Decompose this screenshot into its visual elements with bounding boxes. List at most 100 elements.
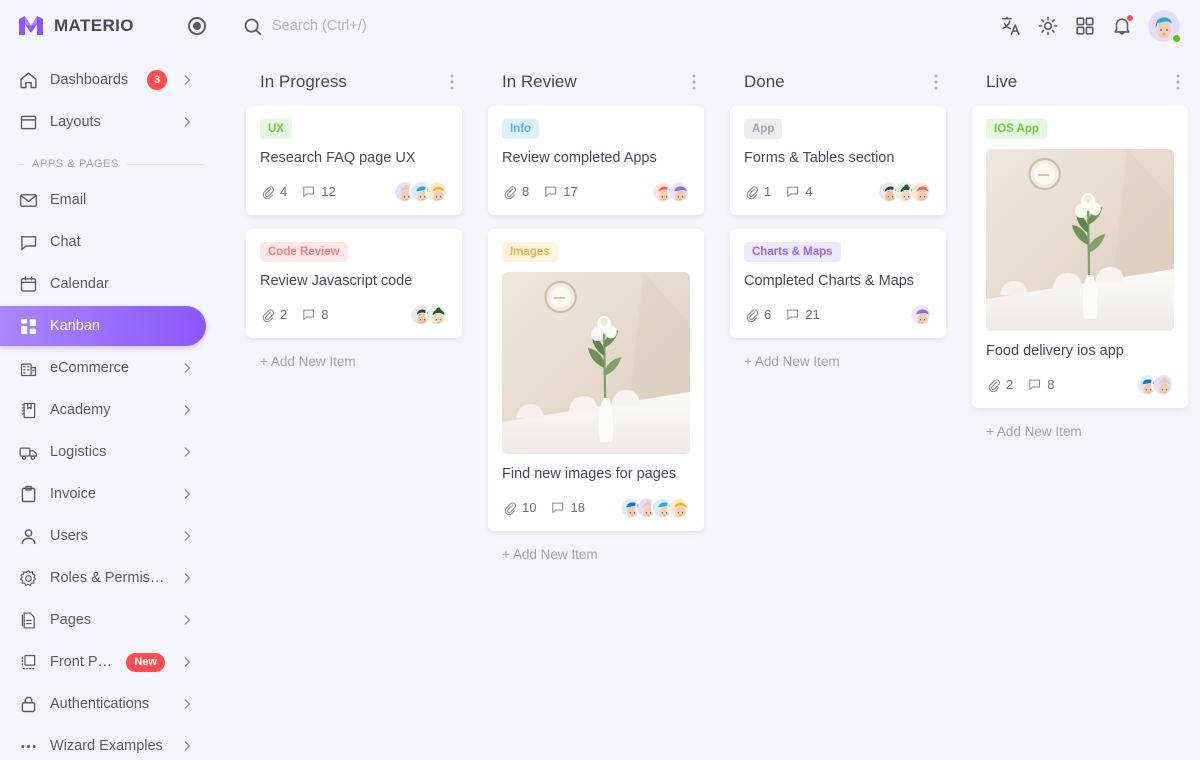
- chevron-right-icon: [180, 73, 194, 87]
- add-new-item-button[interactable]: + Add New Item: [488, 545, 704, 562]
- kanban-grid-icon: [18, 316, 39, 337]
- sidebar-item-email[interactable]: Email: [0, 180, 206, 220]
- kanban-card[interactable]: Code Review Review Javascript code 2 8: [246, 228, 462, 338]
- pages-icon: [18, 610, 39, 631]
- comment-icon: [1027, 377, 1042, 392]
- kanban-card[interactable]: Charts & Maps Completed Charts & Maps 6 21: [730, 228, 946, 338]
- add-new-item-button[interactable]: + Add New Item: [246, 352, 462, 369]
- comment-count: 18: [570, 499, 585, 515]
- sidebar-item-dashboards[interactable]: Dashboards 3: [0, 60, 206, 100]
- kanban-board: In Progress UX Research FAQ page UX 4 12 Code…: [220, 52, 1200, 760]
- sidebar-item-label: Pages: [50, 612, 92, 628]
- sidebar-item-logistics[interactable]: Logistics: [0, 432, 206, 472]
- app-root: MATERIO Dashboards 3 Layouts Apps & Pages Em…: [0, 0, 1200, 760]
- sidebar-item-chat[interactable]: Chat: [0, 222, 206, 262]
- brand-name: MATERIO: [54, 16, 134, 35]
- sidebar-item-calendar[interactable]: Calendar: [0, 264, 206, 304]
- gear-icon: [18, 568, 39, 589]
- search-box[interactable]: [242, 16, 990, 37]
- translate-icon[interactable]: [1000, 15, 1022, 37]
- comment-count: 8: [1047, 376, 1055, 392]
- sidebar-item-label: Layouts: [50, 114, 101, 130]
- chevron-right-icon: [180, 445, 194, 459]
- kanban-column: Done App Forms & Tables section 1 4 Charts & …: [730, 66, 946, 369]
- sun-icon[interactable]: [1037, 15, 1059, 37]
- attachment-count: 8: [522, 183, 530, 199]
- chevron-right-icon: [180, 115, 194, 129]
- sidebar-item-layouts[interactable]: Layouts: [0, 102, 206, 142]
- sidebar-item-academy[interactable]: Academy: [0, 390, 206, 430]
- apps-grid-icon[interactable]: [1074, 15, 1096, 37]
- card-title: Find new images for pages: [502, 466, 677, 483]
- comments-meta: 4: [785, 184, 812, 199]
- sidebar-item-pages[interactable]: Pages: [0, 600, 206, 640]
- search-input[interactable]: [272, 18, 572, 34]
- materio-m-logo-icon: [18, 15, 44, 37]
- assignee-avatar[interactable]: [425, 302, 448, 326]
- topbar-icons: [1000, 10, 1181, 43]
- card-tag-badge: Code Review: [260, 241, 348, 263]
- card-tag-badge: Charts & Maps: [744, 241, 841, 263]
- column-title: Live: [986, 72, 1018, 91]
- sidebar-item-wizard-examples[interactable]: Wizard Examples: [0, 726, 206, 760]
- column-menu-icon[interactable]: [444, 73, 460, 91]
- chevron-right-icon: [180, 571, 194, 585]
- attachments-meta: 8: [502, 184, 529, 199]
- assignee-avatar[interactable]: [667, 179, 690, 203]
- add-new-item-button[interactable]: + Add New Item: [972, 422, 1188, 439]
- kanban-card[interactable]: IOS App Food delivery ios app 2 8: [972, 106, 1188, 408]
- attachment-count: 2: [280, 306, 288, 322]
- assignee-avatar[interactable]: [909, 179, 932, 203]
- attachments-meta: 2: [260, 307, 287, 322]
- add-new-item-button[interactable]: + Add New Item: [730, 352, 946, 369]
- main-area: In ProgressUXResearch FAQ page UX412Code…: [220, 0, 1200, 760]
- comments-meta: 8: [1027, 377, 1054, 392]
- assignee-avatars: [409, 302, 448, 326]
- sidebar-item-authentications[interactable]: Authentications: [0, 684, 206, 724]
- kanban-column: In Review Info Review completed Apps 8 17 Ima…: [488, 66, 704, 562]
- assignee-avatars: [1135, 372, 1174, 396]
- column-menu-icon[interactable]: [928, 73, 944, 91]
- kanban-card[interactable]: UX Research FAQ page UX 4 12: [246, 106, 462, 215]
- card-title: Food delivery ios app: [986, 343, 1124, 360]
- assignee-avatar[interactable]: [909, 302, 932, 326]
- card-image: [502, 272, 690, 455]
- comment-icon: [550, 500, 565, 515]
- kanban-card[interactable]: Images Find new images for pages 10 18: [488, 228, 704, 531]
- bell-icon[interactable]: [1111, 14, 1134, 37]
- card-footer: 8 17: [502, 179, 690, 203]
- sidebar-item-ecommerce[interactable]: eCommerce: [0, 348, 206, 388]
- attachments-meta: 10: [502, 500, 536, 515]
- column-menu-icon[interactable]: [1170, 73, 1186, 91]
- sidebar-nav: Dashboards 3 Layouts Apps & Pages Email Chat C…: [0, 52, 220, 760]
- assignee-avatars: [619, 495, 690, 519]
- sidebar-item-label: Front Pages: [50, 654, 115, 670]
- column-menu-icon[interactable]: [686, 73, 702, 91]
- assignee-avatar[interactable]: [667, 495, 690, 519]
- sidebar-item-front-pages[interactable]: Front Pages New: [0, 642, 206, 682]
- assignee-avatar[interactable]: [1151, 372, 1174, 396]
- chevron-right-icon: [180, 655, 194, 669]
- pin-circle-icon[interactable]: [188, 17, 206, 35]
- kanban-card[interactable]: App Forms & Tables section 1 4: [730, 106, 946, 215]
- kanban-card[interactable]: Info Review completed Apps 8 17: [488, 106, 704, 215]
- comments-meta: 17: [543, 184, 578, 199]
- sidebar-item-kanban[interactable]: Kanban: [0, 306, 206, 346]
- comment-icon: [301, 184, 316, 199]
- comments-meta: 18: [550, 499, 585, 515]
- sidebar-item-roles-permissi[interactable]: Roles & Permissi...: [0, 558, 206, 598]
- sidebar-item-invoice[interactable]: Invoice: [0, 474, 206, 514]
- sidebar-section-label: Apps & Pages: [32, 158, 120, 170]
- paperclip-icon: [502, 184, 517, 199]
- comment-count: 12: [321, 183, 336, 199]
- assignee-avatar[interactable]: [425, 179, 448, 203]
- square-icon: [18, 112, 39, 133]
- topbar: [220, 0, 1200, 52]
- brand[interactable]: MATERIO: [0, 0, 220, 52]
- attachments-meta: 6: [744, 307, 771, 322]
- sidebar-item-users[interactable]: Users: [0, 516, 206, 556]
- card-title: Completed Charts & Maps: [744, 273, 915, 290]
- avatar[interactable]: [1148, 10, 1181, 43]
- paperclip-icon: [744, 184, 759, 199]
- comment-count: 4: [805, 183, 813, 199]
